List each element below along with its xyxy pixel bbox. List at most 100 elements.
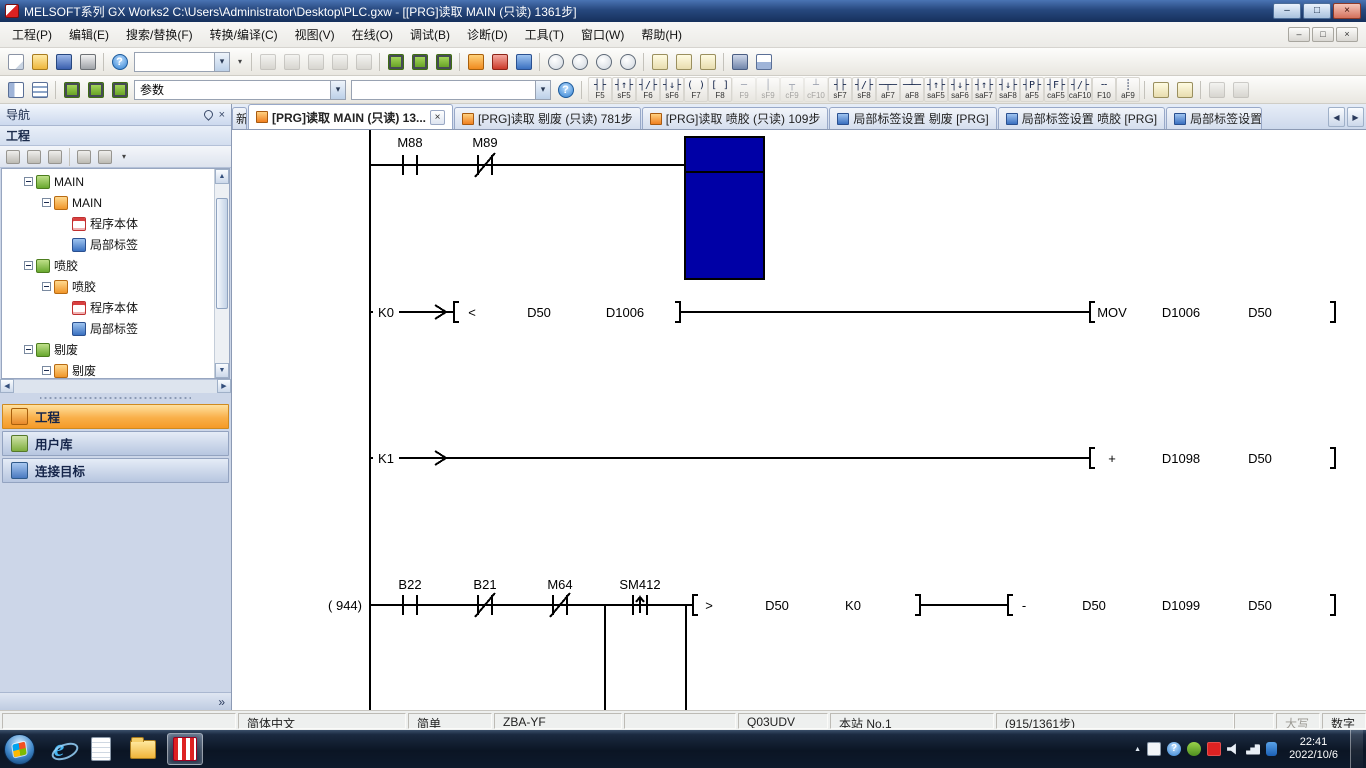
scroll-up-icon[interactable]: ▲ [215,169,229,184]
ladder-symbol-sF7-button[interactable]: ┤├sF7 [828,77,852,102]
close-button[interactable]: × [1333,3,1361,19]
menu-tools[interactable]: 工具(T) [517,22,572,47]
expand-icon[interactable] [42,366,51,375]
ladder-symbol-cF10-button[interactable]: ┴cF10 [804,77,828,102]
monitor-start-button[interactable] [464,50,487,73]
open-project-button[interactable] [28,50,51,73]
menu-convert-compile[interactable]: 转换/编译(C) [202,22,286,47]
device-display-c-button[interactable] [108,78,131,101]
menu-edit[interactable]: 编辑(E) [61,22,117,47]
copy-button[interactable] [280,50,303,73]
ladder-symbol-saF5-button[interactable]: ┤↑├saF5 [924,77,948,102]
tab-label-clipped[interactable]: 局部标签设置 [1166,107,1262,129]
tab-label-tifei[interactable]: 局部标签设置 剔废 [PRG] [829,107,996,129]
zoom-in-button[interactable] [544,50,567,73]
view-button-user-library[interactable]: 用户库 [2,431,229,456]
ladder-symbol-sF9-button[interactable]: │sF9 [756,77,780,102]
menu-online[interactable]: 在线(O) [344,22,401,47]
cross-reference-button[interactable] [616,50,639,73]
expand-icon[interactable] [24,177,33,186]
ladder-symbol-sF5-button[interactable]: ┤↑├sF5 [612,77,636,102]
expand-icon[interactable] [24,261,33,270]
tree-item[interactable]: 局部标签 [2,234,214,255]
ladder-symbol-caF5-button[interactable]: ┤F├caF5 [1044,77,1068,102]
selection-cursor[interactable] [685,137,764,279]
read-from-plc-button[interactable] [408,50,431,73]
monitor-stop-button[interactable] [488,50,511,73]
edit-mode-button[interactable] [1205,78,1228,101]
ladder-symbol-F9-button[interactable]: ─F9 [732,77,756,102]
target-selector[interactable]: ▾ [351,80,551,100]
ladder-symbol-sF6-button[interactable]: ┤↓├sF6 [660,77,684,102]
toolbar-overflow-icon[interactable]: ▾ [233,52,247,72]
statement-edit-button[interactable] [1149,78,1172,101]
read-mode-button[interactable] [1229,78,1252,101]
rung-3[interactable]: K1 + D1098 D50 [370,448,1335,468]
scrollbar-thumb[interactable] [216,198,228,309]
tree-new-button[interactable] [3,147,23,166]
statement-button[interactable] [672,50,695,73]
menu-debug[interactable]: 调试(B) [402,22,458,47]
tab-scroll-left-button[interactable]: ◀ [1328,107,1345,127]
tray-help-icon[interactable] [1167,742,1181,756]
more-views-icon[interactable]: » [218,695,225,709]
rung-1[interactable]: M88 M89 [370,135,764,279]
find-device-button[interactable] [592,50,615,73]
tree-toolbar-dropdown-icon[interactable]: ▾ [117,147,131,167]
tray-security-icon[interactable] [1187,742,1201,756]
ladder-symbol-saF7-button[interactable]: ┤↑├saF7 [972,77,996,102]
ladder-symbol-aF9-button[interactable]: ┊aF9 [1116,77,1140,102]
pin-icon[interactable] [202,108,215,121]
chevron-down-icon[interactable]: ▾ [535,81,550,99]
redo-button[interactable] [352,50,375,73]
rung-2[interactable]: K0 < D50 D1006 MOV D1006 D50 [370,302,1335,322]
check-program-button[interactable] [554,78,577,101]
tree-item[interactable]: 局部标签 [2,318,214,339]
write-to-plc-button[interactable] [384,50,407,73]
ladder-symbol-F10-button[interactable]: ╌F10 [1092,77,1116,102]
tab-prg-tifei[interactable]: [PRG]读取 剔废 (只读) 781步 [454,107,641,129]
outline-window-button[interactable] [28,78,51,101]
mdi-close-button[interactable]: × [1336,27,1358,42]
menu-diagnostics[interactable]: 诊断(D) [459,22,516,47]
taskbar-notepad[interactable] [83,733,119,765]
ladder-symbol-caF10-button[interactable]: ┤/├caF10 [1068,77,1092,102]
tab-scroll-right-button[interactable]: ▶ [1347,107,1364,127]
panel-splitter[interactable] [40,393,191,403]
mdi-restore-button[interactable]: □ [1312,27,1334,42]
expand-icon[interactable] [24,345,33,354]
restore-button[interactable]: □ [1303,3,1331,19]
close-panel-icon[interactable]: × [219,110,225,120]
close-tab-icon[interactable]: × [430,110,445,125]
tab-label-penjiao[interactable]: 局部标签设置 喷胶 [PRG] [998,107,1165,129]
tree-sort-button[interactable] [24,147,44,166]
view-button-connection-target[interactable]: 连接目标 [2,458,229,483]
zoom-out-button[interactable] [568,50,591,73]
ladder-symbol-sF8-button[interactable]: ┤/├sF8 [852,77,876,102]
tree-filter-button[interactable] [74,147,94,166]
tray-melsoft-icon[interactable] [1207,742,1221,756]
tree-item[interactable]: 程序本体 [2,213,214,234]
menu-find-replace[interactable]: 搜索/替换(F) [118,22,201,47]
menu-window[interactable]: 窗口(W) [573,22,632,47]
taskbar-internet-explorer[interactable]: e [41,733,77,765]
tree-item[interactable]: 喷胶 [2,255,214,276]
menu-help[interactable]: 帮助(H) [633,22,690,47]
bluetooth-icon[interactable] [1266,742,1277,756]
new-project-button[interactable] [4,50,27,73]
print-button[interactable] [76,50,99,73]
program-selector[interactable]: ▾ [134,52,230,72]
start-button[interactable] [4,734,35,765]
help-button[interactable] [108,50,131,73]
taskbar-gx-works2-active[interactable] [167,733,203,765]
navigation-window-button[interactable] [4,78,27,101]
tree-item[interactable]: MAIN [2,192,214,213]
ladder-symbol-saF6-button[interactable]: ┤↓├saF6 [948,77,972,102]
expand-icon[interactable] [42,198,51,207]
rung-4[interactable]: ( 944) B22 B21 M64 [328,577,1335,710]
chevron-down-icon[interactable]: ▾ [214,53,229,71]
taskbar-clock[interactable]: 22:41 2022/10/6 [1283,736,1344,762]
tray-ime-icon[interactable] [1147,742,1161,756]
tree-item[interactable]: 程序本体 [2,297,214,318]
ladder-symbol-saF8-button[interactable]: ┤↓├saF8 [996,77,1020,102]
